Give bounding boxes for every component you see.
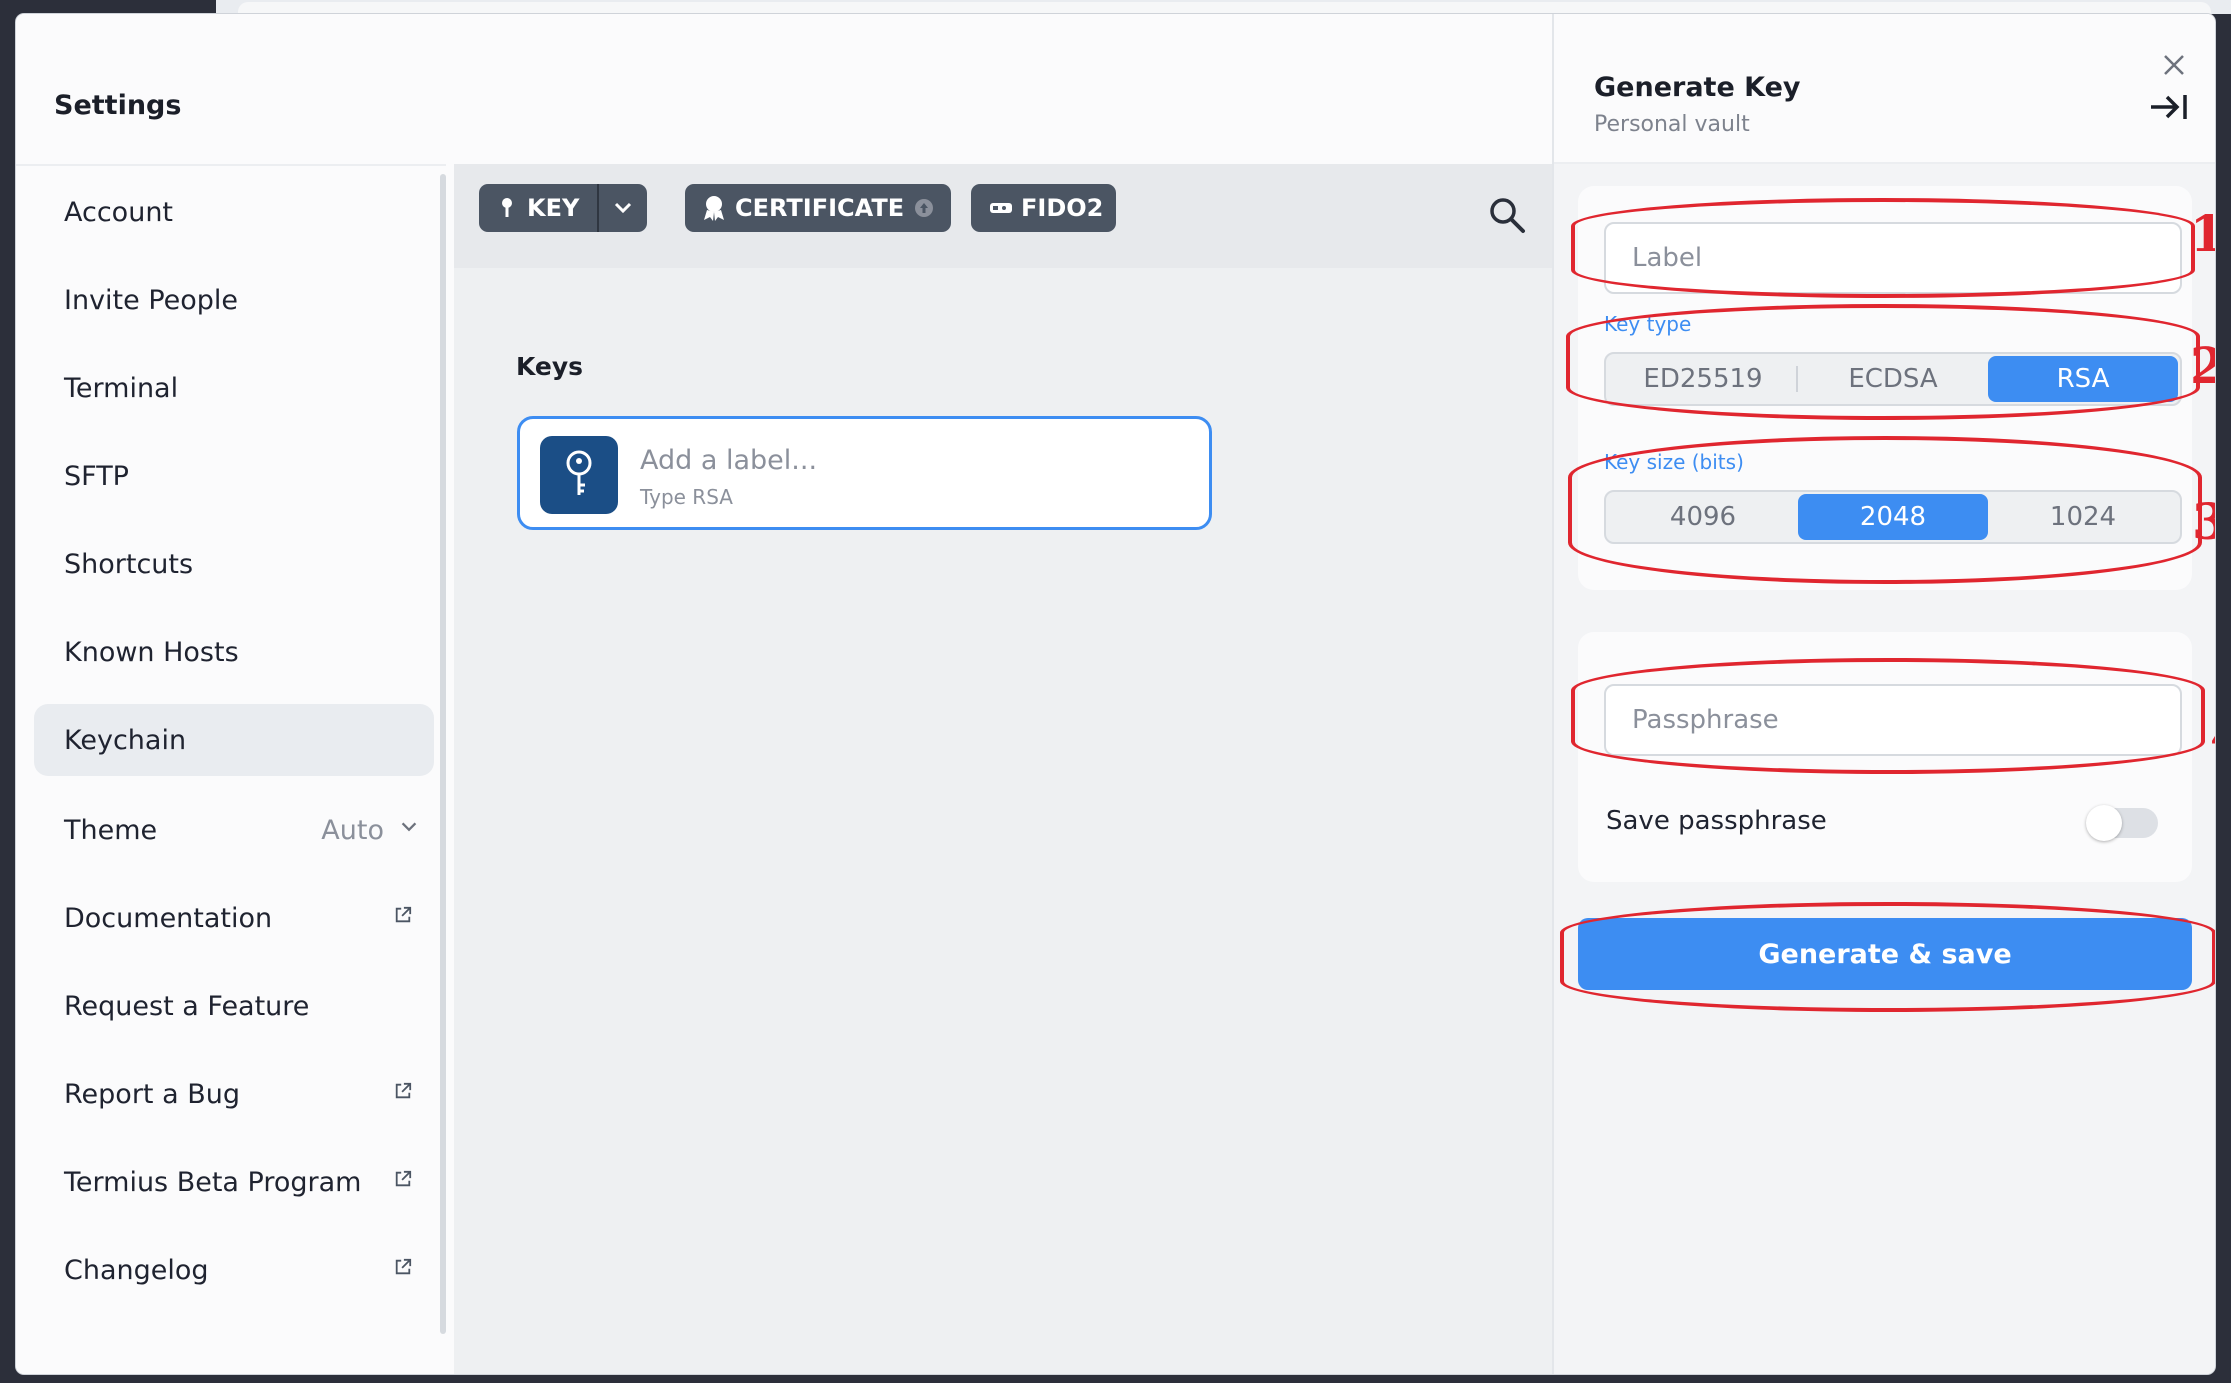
settings-title: Settings (54, 90, 182, 121)
annotation-number: 5 (2210, 916, 2215, 975)
save-passphrase-toggle[interactable] (2086, 805, 2158, 841)
external-link-icon (395, 1082, 412, 1099)
keys-heading: Keys (516, 352, 584, 381)
key-size-option-2048[interactable]: 2048 (1798, 494, 1988, 540)
panel-title: Generate Key (1594, 72, 1801, 103)
key-label: Add a label... (640, 445, 818, 476)
new-key-button[interactable]: KEY (479, 184, 647, 232)
theme-value: Auto (321, 814, 384, 846)
sidebar-scrollbar[interactable] (440, 174, 446, 1334)
key-type-option-rsa[interactable]: RSA (1988, 356, 2178, 402)
sidebar-item-theme[interactable]: Theme Auto (34, 794, 434, 866)
sidebar-item-label: Known Hosts (64, 636, 239, 668)
sidebar-item-label: Keychain (64, 724, 187, 756)
option-label: RSA (2056, 364, 2110, 394)
sidebar-item-label: Theme (64, 814, 158, 846)
sidebar-item-sftp[interactable]: SFTP (34, 440, 434, 512)
sidebar-item-label: Terminal (64, 372, 179, 404)
chevron-down-icon (401, 822, 417, 832)
background-window-tab (238, 2, 2211, 14)
sidebar-nav: Account Invite People Terminal SFTP Shor… (34, 176, 434, 1322)
upgrade-badge-icon (915, 199, 934, 217)
key-icon (566, 450, 592, 495)
sidebar-item-label: SFTP (64, 460, 129, 492)
keychain-content: KEY CERTIFICATE FIDO2 Keys Add a label..… (454, 164, 1552, 1374)
generate-key-panel: Generate Key Personal vault Key type ED2… (1552, 14, 2215, 1374)
key-type-label: Key type (1604, 312, 1692, 336)
sidebar-item-invite-people[interactable]: Invite People (34, 264, 434, 336)
key-size-option-4096[interactable]: 4096 (1608, 494, 1798, 540)
new-key-label: KEY (527, 194, 580, 222)
sidebar-item-shortcuts[interactable]: Shortcuts (34, 528, 434, 600)
settings-sidebar: Settings Account Invite People Terminal … (16, 14, 446, 1374)
sidebar-item-account[interactable]: Account (34, 176, 434, 248)
passphrase-input[interactable] (1604, 684, 2182, 756)
key-type-selector: ED25519 ECDSA RSA (1604, 352, 2182, 406)
option-label: ED25519 (1643, 364, 1763, 394)
external-link-icon (395, 1170, 412, 1187)
sidebar-item-label: Documentation (64, 902, 273, 934)
new-certificate-button[interactable]: CERTIFICATE (685, 184, 951, 232)
key-size-selector: 4096 2048 1024 (1604, 490, 2182, 544)
key-card[interactable]: Add a label... Type RSA (517, 416, 1212, 530)
sidebar-item-documentation[interactable]: Documentation (34, 882, 434, 954)
key-type: Type RSA (640, 485, 733, 509)
new-fido2-label: FIDO2 (1021, 194, 1104, 222)
sidebar-item-known-hosts[interactable]: Known Hosts (34, 616, 434, 688)
annotation-number: 2 (2190, 336, 2215, 395)
panel-subtitle: Personal vault (1594, 112, 1750, 137)
sidebar-item-request-feature[interactable]: Request a Feature (34, 970, 434, 1042)
key-size-option-1024[interactable]: 1024 (1988, 494, 2178, 540)
divider (16, 164, 446, 166)
chevron-down-icon[interactable] (611, 196, 635, 220)
sidebar-item-label: Report a Bug (64, 1078, 240, 1110)
collapse-panel-icon[interactable] (2149, 92, 2189, 122)
settings-window: Settings Account Invite People Terminal … (16, 14, 2215, 1374)
sidebar-item-keychain[interactable]: Keychain (34, 704, 434, 776)
key-size-label: Key size (bits) (1604, 450, 1744, 474)
key-icon (502, 198, 512, 217)
key-settings-card: Key type ED25519 ECDSA RSA Key size (bit… (1578, 186, 2192, 590)
sidebar-item-label: Shortcuts (64, 548, 194, 580)
annotation-number: 1 (2190, 204, 2215, 263)
keychain-toolbar: KEY CERTIFICATE FIDO2 (454, 164, 1552, 268)
sidebar-item-changelog[interactable]: Changelog (34, 1234, 434, 1306)
option-label: ECDSA (1848, 364, 1938, 394)
sidebar-item-report-bug[interactable]: Report a Bug (34, 1058, 434, 1130)
key-type-option-ecdsa[interactable]: ECDSA (1798, 356, 1988, 402)
option-label: 4096 (1669, 502, 1737, 532)
sidebar-item-label: Account (64, 196, 174, 228)
sidebar-item-terminal[interactable]: Terminal (34, 352, 434, 424)
option-label: 1024 (2049, 502, 2117, 532)
new-certificate-label: CERTIFICATE (735, 194, 905, 222)
sidebar-item-label: Request a Feature (64, 990, 310, 1022)
panel-header: Generate Key Personal vault (1554, 14, 2215, 164)
generate-save-button[interactable]: Generate & save (1578, 918, 2192, 990)
annotation-number: 4 (2210, 706, 2215, 765)
sidebar-item-label: Invite People (64, 284, 239, 316)
security-key-icon (990, 203, 1012, 213)
passphrase-card: Save passphrase (1578, 632, 2192, 882)
close-icon[interactable] (2161, 52, 2187, 78)
annotation-number: 3 (2192, 492, 2215, 551)
label-input[interactable] (1604, 222, 2182, 294)
certificate-icon (704, 196, 724, 221)
divider (597, 184, 599, 232)
key-avatar (540, 436, 618, 514)
search-icon[interactable] (1488, 196, 1526, 234)
key-type-option-ed25519[interactable]: ED25519 (1608, 356, 1798, 402)
save-passphrase-label: Save passphrase (1606, 806, 1827, 836)
sidebar-item-beta-program[interactable]: Termius Beta Program (34, 1146, 434, 1218)
sidebar-item-label: Termius Beta Program (64, 1166, 362, 1198)
sidebar-item-label: Changelog (64, 1254, 209, 1286)
option-label: 2048 (1859, 502, 1927, 532)
external-link-icon (395, 1258, 412, 1275)
new-fido2-button[interactable]: FIDO2 (971, 184, 1116, 232)
toggle-knob (2086, 805, 2122, 841)
external-link-icon (395, 906, 412, 923)
